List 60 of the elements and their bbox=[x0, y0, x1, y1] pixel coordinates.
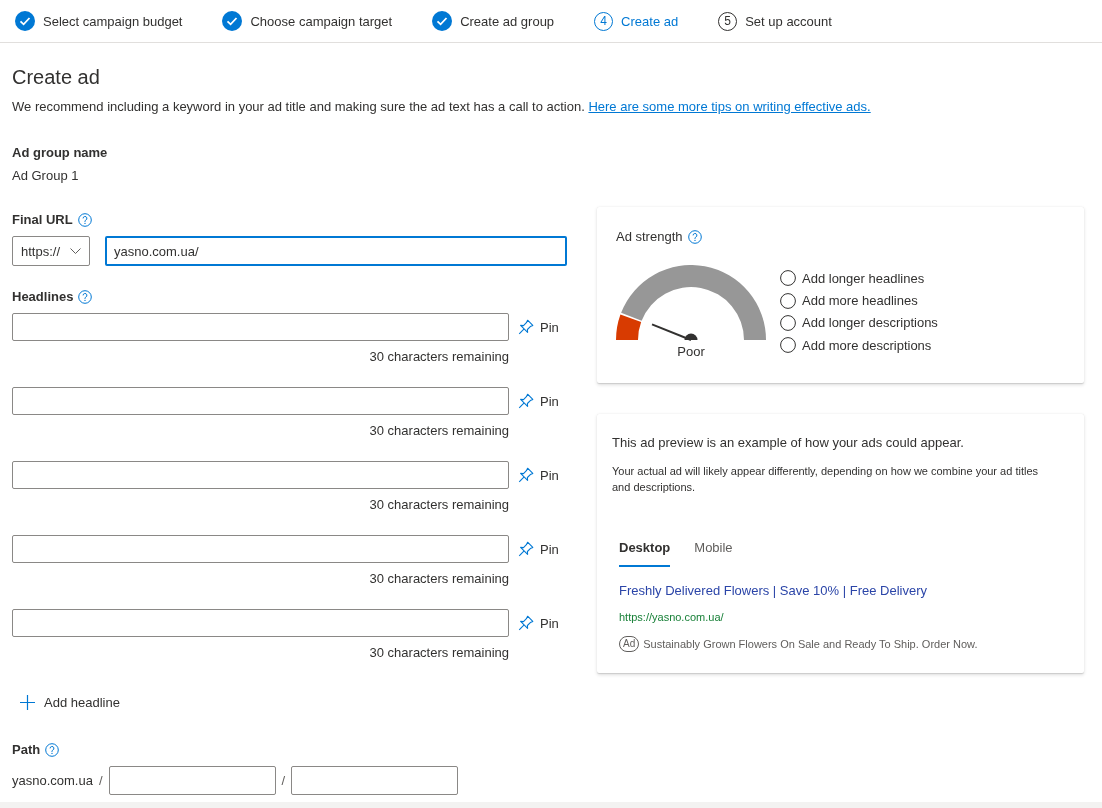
headline-input[interactable] bbox=[12, 461, 509, 489]
step-label[interactable]: Choose campaign target bbox=[250, 13, 393, 29]
step-label[interactable]: Select campaign budget bbox=[43, 13, 183, 29]
ad-group-value: Ad Group 1 bbox=[12, 167, 80, 185]
path-separator: / bbox=[98, 773, 103, 788]
step-label[interactable]: Set up account bbox=[745, 13, 832, 29]
characters-remaining-text: 30 characters remaining bbox=[368, 571, 509, 587]
intro-text: We recommend including a keyword in your ad title and making sure the ad text has a call to action. Here are some more tips on writing effective ads. bbox=[12, 98, 872, 116]
pin-icon bbox=[518, 467, 534, 483]
preview-intro: This ad preview is an example of how your ads could appear. bbox=[612, 434, 965, 452]
step-label[interactable]: Create ad group bbox=[460, 13, 555, 29]
path-input[interactable] bbox=[108, 766, 276, 795]
field-label: Headlines bbox=[12, 288, 74, 306]
path-domain: yasno.com.ua bbox=[12, 773, 93, 788]
path-input[interactable] bbox=[291, 766, 459, 795]
characters-remaining-text: 30 characters remaining bbox=[368, 645, 509, 661]
protocol-select[interactable]: https:// bbox=[12, 236, 90, 266]
help-icon[interactable] bbox=[687, 230, 702, 244]
suggestion-text: Add longer descriptions bbox=[802, 315, 938, 331]
path-separator: / bbox=[281, 773, 286, 788]
headline-input[interactable] bbox=[12, 535, 509, 563]
page-title: Create ad bbox=[12, 65, 101, 90]
headline-input[interactable] bbox=[12, 387, 509, 415]
help-icon[interactable] bbox=[45, 743, 60, 757]
preview-tab[interactable]: Mobile bbox=[694, 533, 733, 567]
characters-remaining-text: 30 characters remaining bbox=[368, 349, 509, 365]
pin-button[interactable]: Pin bbox=[516, 613, 561, 633]
headline-input[interactable] bbox=[12, 313, 509, 341]
pin-icon bbox=[518, 319, 534, 335]
pin-icon bbox=[518, 541, 534, 557]
suggestion-text: Add longer headlines bbox=[802, 270, 925, 286]
help-icon[interactable] bbox=[77, 213, 92, 227]
ad-description: Sustainably Grown Flowers On Sale and Ready To Ship. Order Now. bbox=[643, 637, 978, 652]
pin-button[interactable]: Pin bbox=[516, 391, 561, 411]
characters-remaining-text: 30 characters remaining bbox=[368, 423, 509, 439]
pin-button[interactable]: Pin bbox=[516, 317, 561, 337]
pin-button[interactable]: Pin bbox=[516, 539, 561, 559]
card-title: Ad strength bbox=[616, 228, 683, 246]
field-label: Ad group name bbox=[12, 144, 108, 162]
pin-button[interactable]: Pin bbox=[516, 465, 561, 485]
characters-remaining-text: 30 characters remaining bbox=[368, 497, 509, 513]
preview-note: Your actual ad will likely appear differently, depending on how we combine your ad titles and descriptions. bbox=[612, 464, 1039, 495]
step-label[interactable]: Create ad bbox=[621, 13, 679, 29]
add-headline-button[interactable]: Add headline bbox=[20, 692, 120, 712]
headline-input[interactable] bbox=[12, 609, 509, 637]
chevron-down-icon bbox=[70, 248, 81, 254]
suggestion-text: Add more headlines bbox=[802, 293, 918, 309]
final-url-input[interactable]: yasno.com.ua/ bbox=[105, 236, 567, 266]
pin-icon bbox=[518, 615, 534, 631]
ad-title-link[interactable]: Freshly Delivered Flowers | Save 10% | Free Delivery bbox=[619, 582, 1069, 600]
ad-url: https://yasno.com.ua/ bbox=[619, 610, 725, 625]
help-icon[interactable] bbox=[78, 290, 93, 304]
suggestion-text: Add more descriptions bbox=[802, 337, 932, 353]
pin-icon bbox=[518, 393, 534, 409]
tips-link[interactable]: Here are some more tips on writing effective ads. bbox=[588, 99, 871, 114]
strength-rating: Poor bbox=[677, 343, 705, 361]
plus-icon bbox=[20, 694, 35, 710]
preview-tab[interactable]: Desktop bbox=[619, 533, 671, 567]
field-label: Path bbox=[12, 741, 41, 759]
field-label: Final URL bbox=[12, 211, 73, 229]
